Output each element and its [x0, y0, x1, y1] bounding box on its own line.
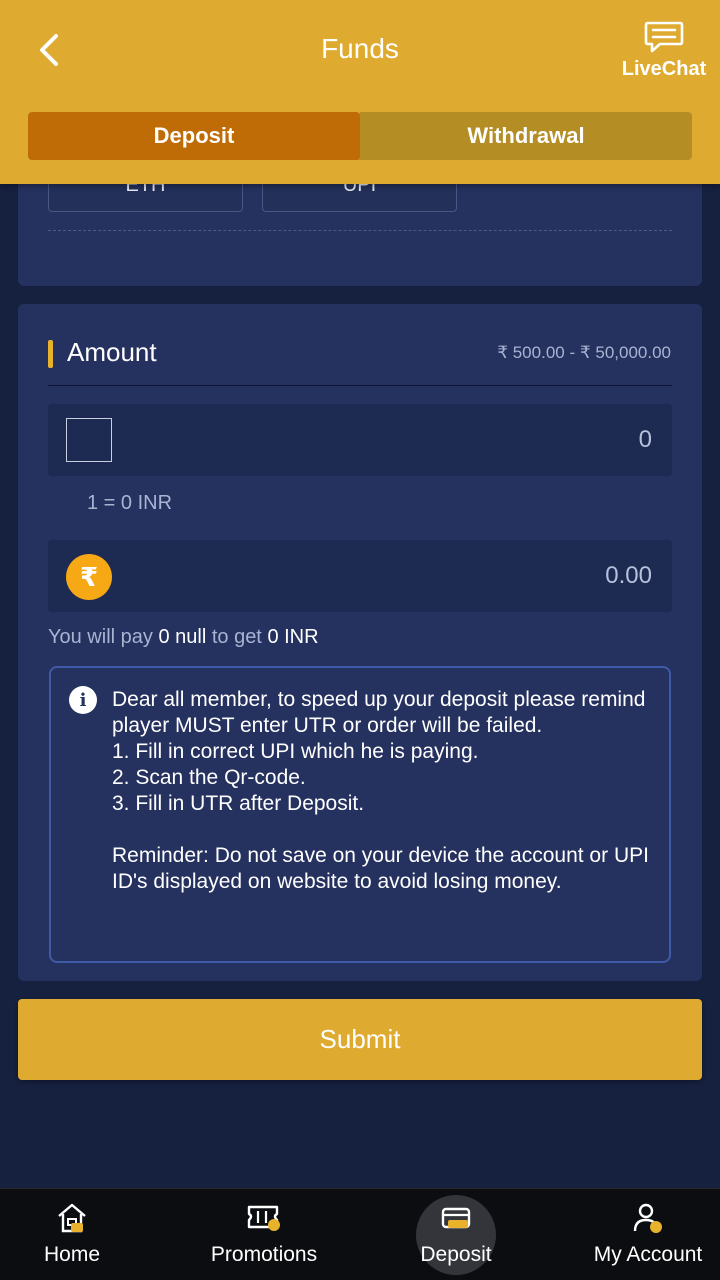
- ticket-icon: [247, 1205, 280, 1231]
- nav-item-home[interactable]: Home: [22, 1189, 122, 1280]
- nav-label-home: Home: [43, 1243, 101, 1266]
- dashed-divider: [48, 230, 672, 231]
- notice-line: Dear all member, to speed up your deposi…: [112, 688, 646, 737]
- amount-divider: [48, 385, 672, 386]
- pay-prefix: You will pay: [48, 626, 153, 648]
- nav-label-account: My Account: [593, 1243, 703, 1266]
- tab-deposit[interactable]: Deposit: [28, 112, 360, 160]
- page-title: Funds: [321, 33, 399, 64]
- amount-title: Amount: [67, 337, 157, 367]
- amount-range: ₹ 500.00 - ₹ 50,000.00: [497, 343, 671, 362]
- inr-amount-value: 0.00: [605, 562, 652, 589]
- exchange-rate: 1 = 0 INR: [87, 492, 173, 514]
- nav-label-promotions: Promotions: [210, 1243, 318, 1266]
- notice-line: 3. Fill in UTR after Deposit.: [112, 792, 365, 815]
- livechat-label: LiveChat: [621, 58, 707, 80]
- nav-item-deposit[interactable]: Deposit: [406, 1189, 506, 1280]
- wallet-icon: [441, 1207, 471, 1229]
- info-icon: i: [69, 686, 97, 714]
- app-header: Funds LiveChat Deposit Withdrawal: [0, 0, 720, 184]
- inr-amount-field[interactable]: ₹ 0.00: [48, 540, 672, 612]
- rupee-icon: ₹: [66, 554, 112, 600]
- nav-label-deposit: Deposit: [420, 1243, 492, 1266]
- deposit-notice: i Dear all member, to speed up your depo…: [49, 666, 671, 963]
- notice-line: 1. Fill in correct UPI which he is payin…: [112, 740, 479, 763]
- livechat-button[interactable]: LiveChat: [614, 20, 714, 81]
- amount-card: Amount ₹ 500.00 - ₹ 50,000.00 0 1 = 0 IN…: [18, 304, 702, 981]
- home-icon: [58, 1203, 86, 1233]
- pay-middle: to get: [211, 626, 262, 648]
- tab-withdrawal[interactable]: Withdrawal: [360, 112, 692, 160]
- amount-accent-bar: [48, 340, 53, 368]
- pay-get: 0 INR: [267, 626, 319, 648]
- crypto-amount-field[interactable]: 0: [48, 404, 672, 476]
- notice-line: 2. Scan the Qr-code.: [112, 766, 306, 789]
- crypto-currency-checkbox[interactable]: [66, 418, 112, 462]
- chat-bubble-icon: [644, 21, 684, 53]
- nav-item-account[interactable]: My Account: [576, 1189, 720, 1280]
- bottom-nav: Home Promotions Deposit My Account: [0, 1188, 720, 1280]
- pay-amount: 0 null: [158, 626, 207, 648]
- user-icon: [633, 1203, 662, 1233]
- nav-item-promotions[interactable]: Promotions: [194, 1189, 334, 1280]
- pay-summary: You will pay 0 null to get 0 INR: [48, 626, 319, 649]
- notice-text: Dear all member, to speed up your deposi…: [112, 687, 649, 895]
- notice-spacer: [112, 817, 649, 843]
- crypto-amount-value: 0: [638, 426, 652, 453]
- notice-line: Reminder: Do not save on your device the…: [112, 844, 649, 893]
- submit-button[interactable]: Submit: [18, 999, 702, 1080]
- funds-tabs: Deposit Withdrawal: [28, 112, 692, 160]
